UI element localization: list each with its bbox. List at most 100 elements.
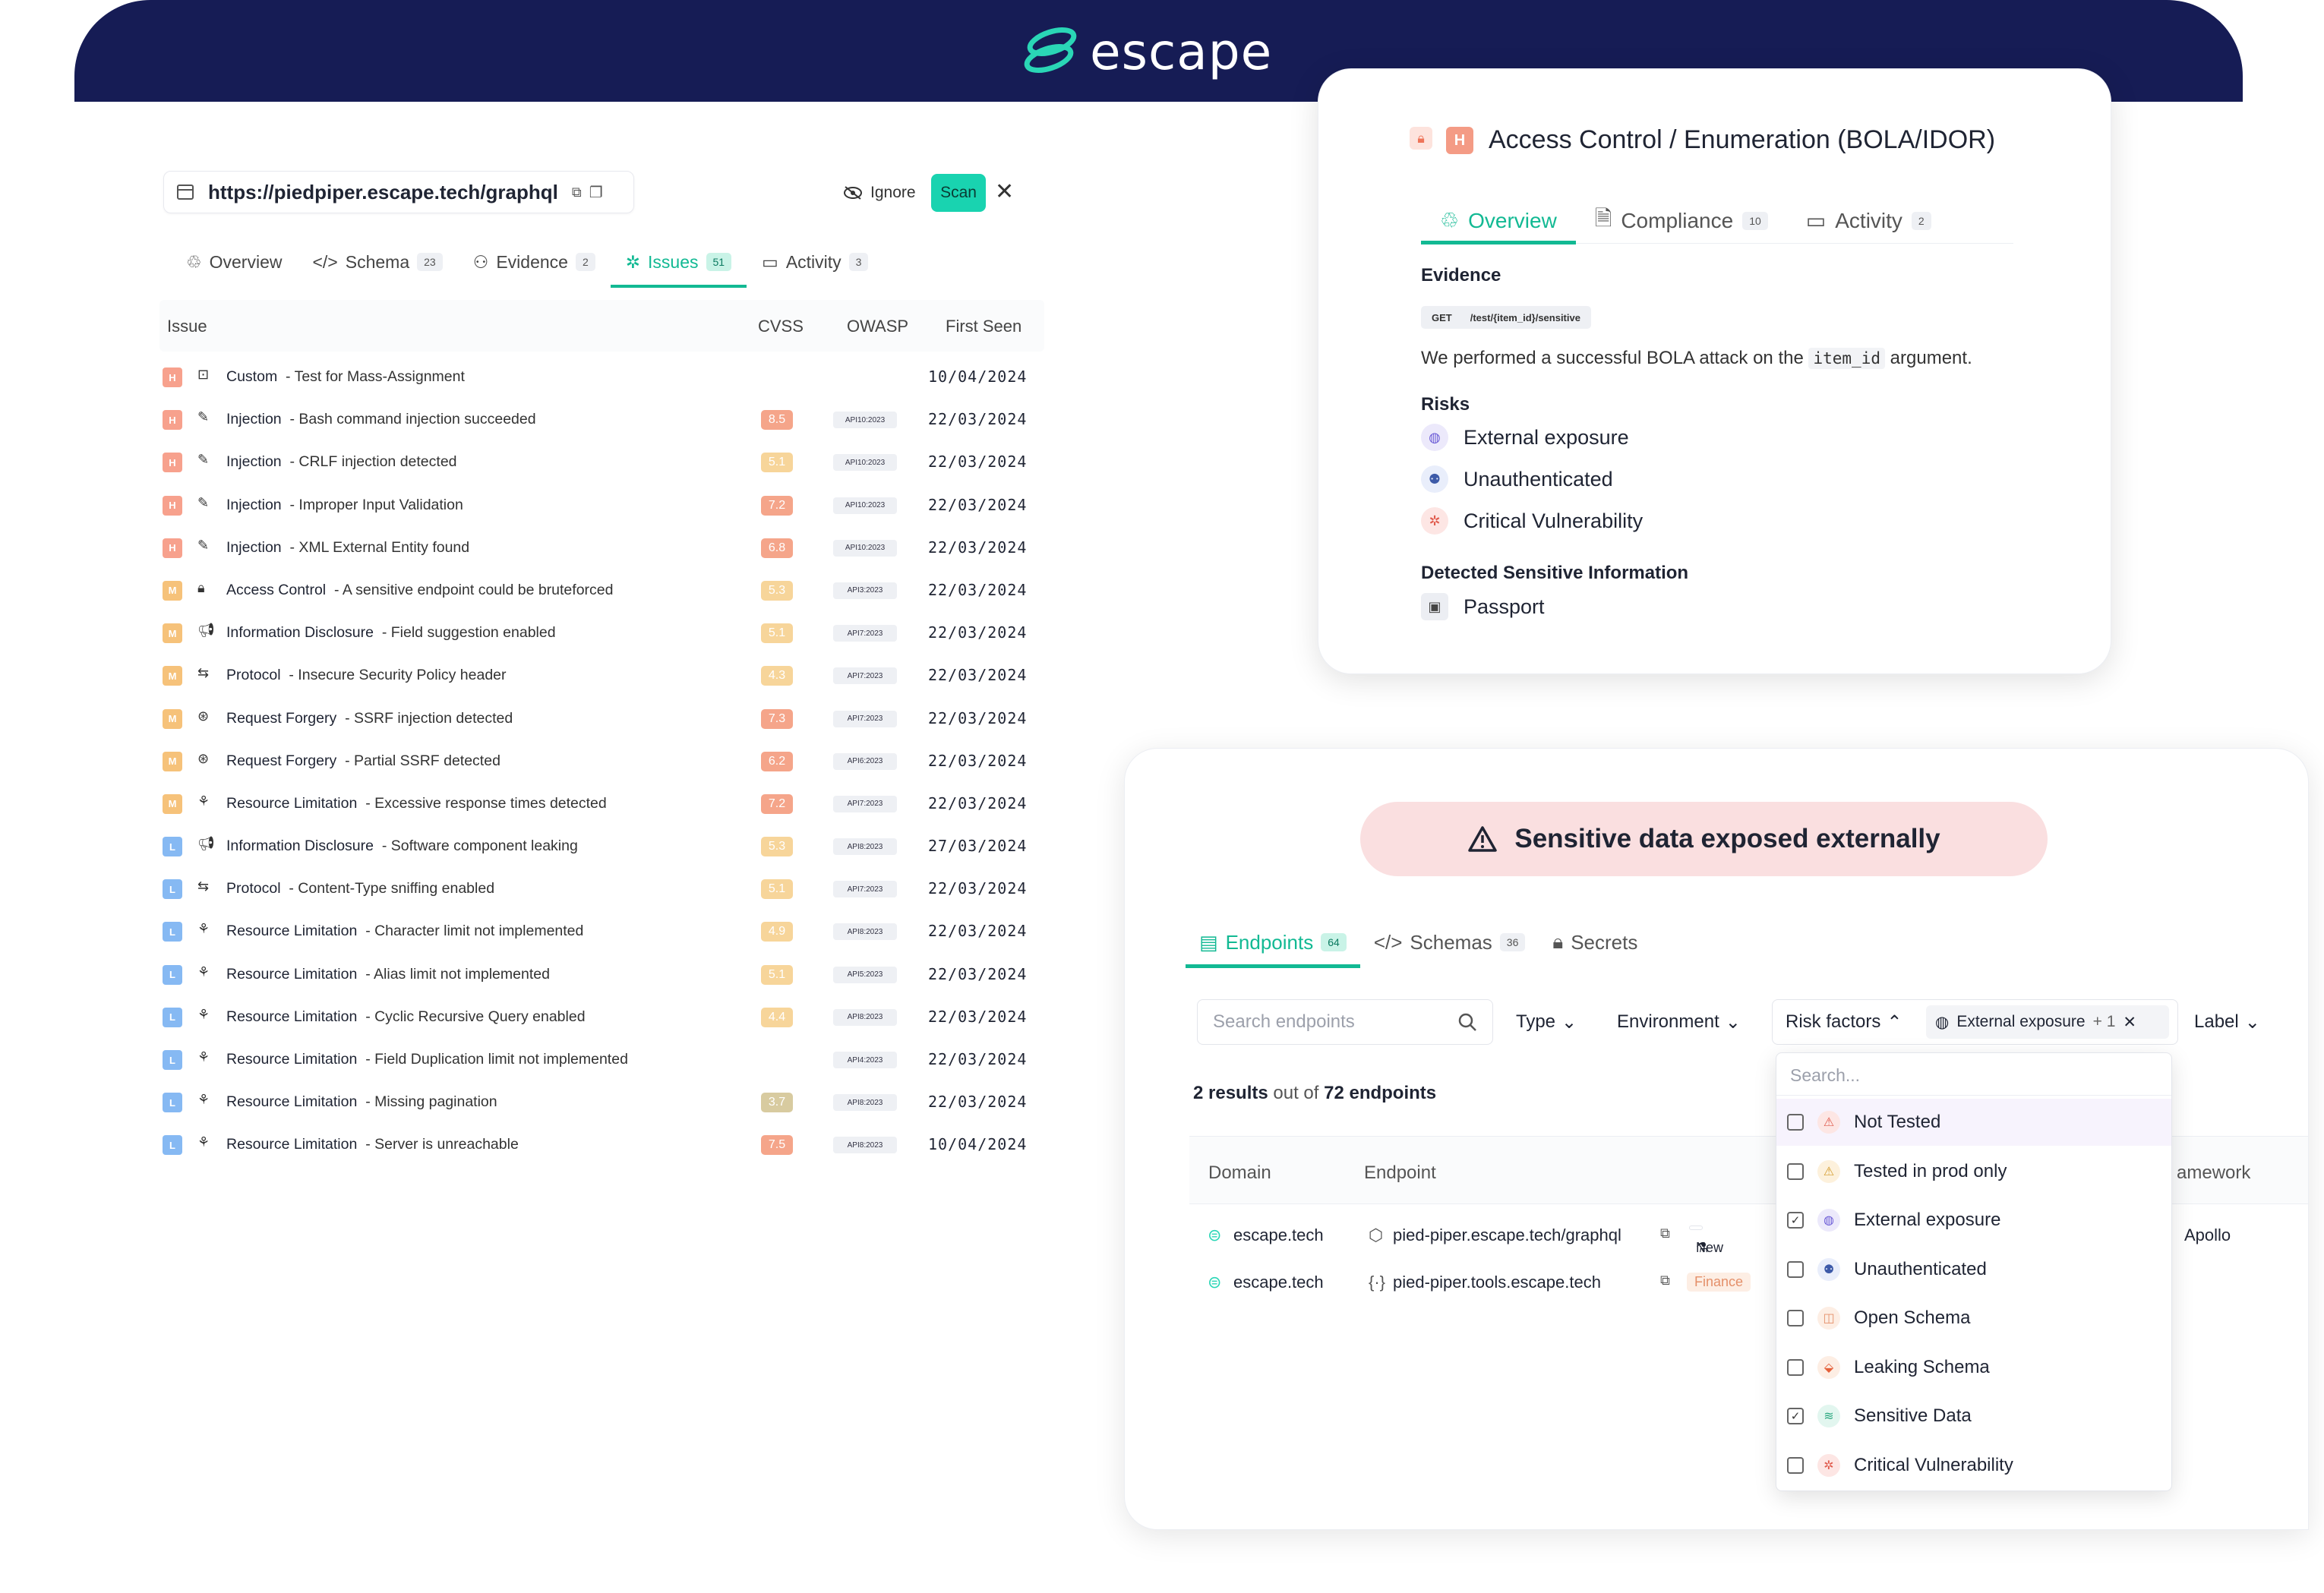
issue-category: Resource Limitation <box>226 1093 358 1111</box>
tab-secrets[interactable]: 🔒︎ Secrets <box>1539 920 1651 965</box>
table-row[interactable]: L ⚘ Resource Limitation - Cyclic Recursive… <box>152 997 1052 1039</box>
access-control-card: 🔒︎ H Access Control / Enumeration (BOLA/… <box>1318 68 2111 674</box>
external-link-icon[interactable]: ⧉ <box>1660 1273 1670 1289</box>
table-row[interactable]: L ⇆ Protocol - Content-Type sniffing enabl… <box>152 869 1052 911</box>
dropdown-search-input[interactable]: Search... <box>1776 1053 2171 1096</box>
framework-cell: Apollo <box>2184 1226 2231 1244</box>
table-row[interactable]: H ✎ Injection - Bash command injection suc… <box>152 399 1052 442</box>
table-row[interactable]: L ⚘ Resource Limitation - Character limit … <box>152 911 1052 954</box>
remove-filter-icon[interactable]: ✕ <box>2123 1013 2136 1032</box>
chevron-down-icon: ⌄ <box>1725 1011 1741 1033</box>
table-row[interactable]: H ✎ Injection - XML External Entity found 6… <box>152 528 1052 570</box>
copy-icon[interactable]: ❐ <box>589 183 603 202</box>
checkbox[interactable] <box>1787 1114 1804 1131</box>
tab-endpoints[interactable]: ▤ Endpoints 64 <box>1186 920 1360 968</box>
owasp-badge: API7:2023 <box>833 710 897 727</box>
first-seen-date: 22/03/2024 <box>928 793 1028 812</box>
tab-overview[interactable]: ♲ Overview <box>1421 198 1576 244</box>
brand-name: escape <box>1090 22 1273 81</box>
tab-evidence[interactable]: ⚇ Evidence 2 <box>458 239 611 285</box>
first-seen-date: 22/03/2024 <box>928 708 1028 727</box>
tab-activity[interactable]: ▭ Activity 3 <box>747 239 883 285</box>
ignore-button[interactable]: Ignore <box>835 175 924 210</box>
first-seen-date: 22/03/2024 <box>928 580 1028 599</box>
alert-icon: ⚠ <box>1817 1111 1840 1134</box>
issue-category: Custom <box>226 368 278 385</box>
resource-icon: ⚘ <box>197 1134 210 1150</box>
globe-icon: ◍ <box>1817 1209 1840 1232</box>
table-row[interactable]: M ⊛ Request Forgery - SSRF injection detec… <box>152 699 1052 741</box>
filter-label: Environment <box>1617 1011 1719 1032</box>
tab-activity[interactable]: ▭ Activity 2 <box>1787 198 1950 244</box>
label-filter[interactable]: Label ⌄ <box>2194 999 2260 1045</box>
dropdown-option[interactable]: ✓ ◍ External exposure <box>1776 1197 2171 1244</box>
tab-label: Overview <box>209 251 283 272</box>
checkbox[interactable] <box>1787 1310 1804 1326</box>
checkbox[interactable] <box>1787 1260 1804 1278</box>
table-row[interactable]: L ⚘ Resource Limitation - Missing paginati… <box>152 1082 1052 1125</box>
megaphone-icon: 📢︎ <box>197 623 215 639</box>
scan-button[interactable]: Scan <box>931 174 986 212</box>
checkbox[interactable] <box>1787 1358 1804 1376</box>
table-row[interactable]: L ⚘ Resource Limitation - Alias limit not … <box>152 954 1052 997</box>
issue-description: - Partial SSRF detected <box>345 752 500 769</box>
table-row[interactable]: H ⊡ Custom - Test for Mass-Assignment 10/04… <box>152 357 1052 399</box>
evidence-heading: Evidence <box>1421 265 1501 285</box>
first-seen-date: 22/03/2024 <box>928 623 1028 642</box>
issue-cell: Request Forgery - SSRF injection detecte… <box>226 710 513 727</box>
table-row[interactable]: M 📢︎ Information Disclosure - Field sugges… <box>152 613 1052 655</box>
chevron-up-icon: ⌃ <box>1887 1011 1902 1033</box>
table-row[interactable]: L ⚘ Resource Limitation - Field Duplicatio… <box>152 1039 1052 1082</box>
table-row[interactable]: L 📢︎ Information Disclosure - Software com… <box>152 826 1052 869</box>
close-icon[interactable]: ✕ <box>995 178 1014 205</box>
first-seen-date: 22/03/2024 <box>928 1007 1028 1026</box>
globe-icon: ◍ <box>1935 1013 1950 1031</box>
table-row[interactable]: M ⚘ Resource Limitation - Excessive respon… <box>152 784 1052 826</box>
table-row[interactable]: H ✎ Injection - Improper Input Validation 7… <box>152 485 1052 528</box>
checkbox[interactable]: ✓ <box>1787 1408 1804 1424</box>
owasp-badge: API10:2023 <box>833 454 897 472</box>
option-label: Critical Vulnerability <box>1854 1454 2013 1475</box>
dropdown-option[interactable]: ◫ Open Schema <box>1776 1295 2171 1342</box>
table-row[interactable]: M ⇆ Protocol - Insecure Security Policy he… <box>152 655 1052 698</box>
issues-table-header: Issue CVSS OWASP First Seen <box>159 300 1044 352</box>
tab-schemas[interactable]: </> Schemas 36 <box>1360 920 1539 965</box>
dropdown-option[interactable]: ⚠ Tested in prod only <box>1776 1148 2171 1195</box>
tab-label: Endpoints <box>1225 930 1314 954</box>
tab-schema[interactable]: </> Schema 23 <box>297 239 457 285</box>
search-endpoints-input[interactable]: Search endpoints <box>1197 999 1493 1045</box>
checkbox[interactable] <box>1787 1162 1804 1180</box>
severity-badge: H <box>163 410 182 431</box>
owasp-badge: API3:2023 <box>833 582 897 599</box>
environment-filter[interactable]: Environment ⌄ <box>1617 999 1741 1045</box>
tab-issues[interactable]: ✲ Issues 51 <box>610 239 747 288</box>
table-row[interactable]: M 🔒︎ Access Control - A sensitive endpoint… <box>152 570 1052 613</box>
bug-icon: ✲ <box>1817 1453 1840 1477</box>
resource-icon: ⚘ <box>197 793 210 809</box>
type-filter[interactable]: Type ⌄ <box>1516 999 1577 1045</box>
issue-description: - XML External Entity found <box>289 538 470 556</box>
external-link-icon[interactable]: ⧉ <box>572 185 582 200</box>
checkbox[interactable]: ✓ <box>1787 1212 1804 1229</box>
tab-compliance[interactable]: 🗎︎ Compliance 10 <box>1576 198 1787 244</box>
dropdown-option[interactable]: ⚉ Unauthenticated <box>1776 1246 2171 1293</box>
first-seen-date: 10/04/2024 <box>928 367 1028 386</box>
table-row[interactable]: H ✎ Injection - CRLF injection detected 5.1… <box>152 442 1052 484</box>
dropdown-option[interactable]: ⚠ Not Tested <box>1776 1099 2171 1146</box>
risk-factors-filter[interactable]: Risk factors ⌃ <box>1786 999 1902 1045</box>
issues-panel: https://piedpiper.escape.tech/graphql ⧉ … <box>152 148 1052 1169</box>
cvss-badge: 7.3 <box>761 708 793 729</box>
table-row[interactable]: L ⚘ Resource Limitation - Server is unreac… <box>152 1125 1052 1167</box>
dropdown-option[interactable]: ⬙ Leaking Schema <box>1776 1344 2171 1391</box>
external-link-icon[interactable]: ⧉ <box>1660 1226 1670 1241</box>
dropdown-option[interactable]: ✓ ≋ Sensitive Data <box>1776 1393 2171 1440</box>
cvss-badge: 4.3 <box>761 666 793 686</box>
table-row[interactable]: M ⊛ Request Forgery - Partial SSRF detecte… <box>152 741 1052 784</box>
forgery-icon: ⊛ <box>197 708 210 724</box>
tab-label: Activity <box>785 251 842 272</box>
evidence-request-chip: GET /test/{item_id}/sensitive <box>1421 306 1591 329</box>
checkbox[interactable] <box>1787 1456 1804 1474</box>
tab-label: Issues <box>648 251 699 272</box>
tab-overview[interactable]: ♲ Overview <box>171 239 297 285</box>
dropdown-option[interactable]: ✲ Critical Vulnerability <box>1776 1442 2171 1489</box>
